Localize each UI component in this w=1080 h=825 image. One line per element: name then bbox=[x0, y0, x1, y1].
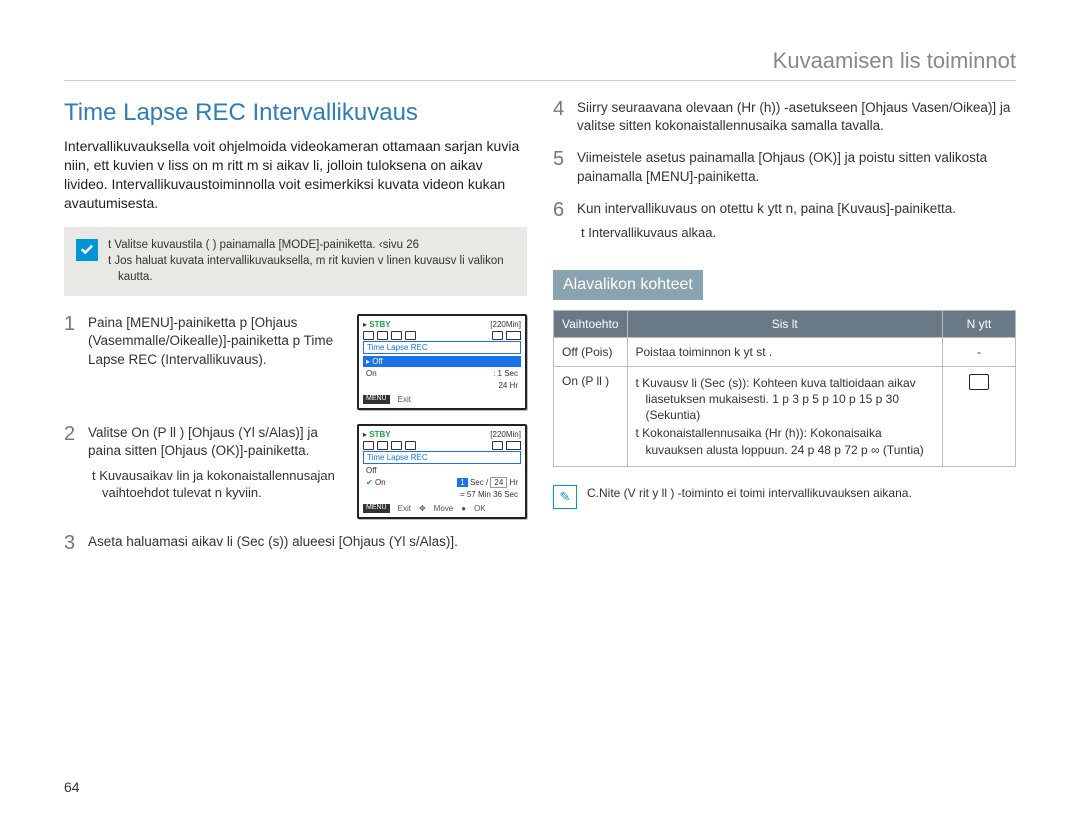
table-cell: Poistaa toiminnon k yt st . bbox=[627, 337, 943, 366]
camera-screen-graphic: ▸ STBY [220Min] Time Lapse REC ▸ Off On:… bbox=[357, 314, 527, 410]
table-header: Sis lt bbox=[627, 310, 943, 337]
note-line: t Valitse kuvaustila ( ) painamalla [MOD… bbox=[108, 238, 515, 254]
footer-note: ✎ C.Nite (V rit y ll ) -toiminto ei toim… bbox=[553, 485, 1016, 509]
step-sub-bullet: t Intervallikuvaus alkaa. bbox=[577, 224, 1016, 242]
sub-heading: Alavalikon kohteet bbox=[553, 270, 703, 300]
right-column: 4 Siirry seuraavana olevaan (Hr (h)) -as… bbox=[553, 99, 1016, 567]
options-table: Vaihtoehto Sis lt N ytt Off (Pois) Poist… bbox=[553, 310, 1016, 467]
table-header: N ytt bbox=[943, 310, 1016, 337]
table-row: On (P ll ) t Kuvausv li (Sec (s)): Kohte… bbox=[554, 366, 1016, 466]
cell-bullet: t Kuvausv li (Sec (s)): Kohteen kuva tal… bbox=[636, 375, 935, 424]
step-text: Paina [MENU]-painiketta p [Ohjaus (Vasem… bbox=[88, 314, 341, 369]
table-row: Off (Pois) Poistaa toiminnon k yt st . - bbox=[554, 337, 1016, 366]
step-number: 6 bbox=[553, 200, 567, 220]
step-text: Valitse On (P ll ) [Ohjaus (Yl s/Alas)] … bbox=[88, 424, 341, 502]
steps-list-right: 4 Siirry seuraavana olevaan (Hr (h)) -as… bbox=[553, 99, 1016, 242]
step-item: 4 Siirry seuraavana olevaan (Hr (h)) -as… bbox=[553, 99, 1016, 135]
step-text: Kun intervallikuvaus on otettu k ytt n, … bbox=[577, 200, 1016, 242]
page-title: Time Lapse REC Intervallikuvaus bbox=[64, 99, 527, 127]
camera-screen-graphic: ▸ STBY [220Min] Time Lapse REC Off ✔ On … bbox=[357, 424, 527, 519]
step-text: Viimeistele asetus painamalla [Ohjaus (O… bbox=[577, 149, 1016, 185]
steps-list-left: 1 Paina [MENU]-painiketta p [Ohjaus (Vas… bbox=[64, 314, 527, 553]
step-text: Siirry seuraavana olevaan (Hr (h)) -aset… bbox=[577, 99, 1016, 135]
step-number: 4 bbox=[553, 99, 567, 119]
step-number: 5 bbox=[553, 149, 567, 169]
table-cell: t Kuvausv li (Sec (s)): Kohteen kuva tal… bbox=[627, 366, 943, 466]
two-column-body: Time Lapse REC Intervallikuvaus Interval… bbox=[64, 99, 1016, 567]
info-icon: ✎ bbox=[553, 485, 577, 509]
footnote-text: C.Nite (V rit y ll ) -toiminto ei toimi … bbox=[587, 485, 912, 501]
step-number: 1 bbox=[64, 314, 78, 334]
note-line: t Jos haluat kuvata intervallikuvauksell… bbox=[108, 254, 515, 285]
table-cell: Off (Pois) bbox=[554, 337, 628, 366]
table-cell: On (P ll ) bbox=[554, 366, 628, 466]
step-number: 3 bbox=[64, 533, 78, 553]
section-header: Kuvaamisen lis toiminnot bbox=[64, 48, 1016, 81]
step-item: 6 Kun intervallikuvaus on otettu k ytt n… bbox=[553, 200, 1016, 242]
step-text: Aseta haluamasi aikav li (Sec (s)) aluee… bbox=[88, 533, 527, 551]
step-item: 2 Valitse On (P ll ) [Ohjaus (Yl s/Alas)… bbox=[64, 424, 527, 519]
display-icon bbox=[969, 374, 989, 390]
check-icon bbox=[76, 239, 98, 261]
note-body: t Valitse kuvaustila ( ) painamalla [MOD… bbox=[108, 237, 515, 287]
step-item: 1 Paina [MENU]-painiketta p [Ohjaus (Vas… bbox=[64, 314, 527, 410]
note-box: t Valitse kuvaustila ( ) painamalla [MOD… bbox=[64, 227, 527, 297]
left-column: Time Lapse REC Intervallikuvaus Interval… bbox=[64, 99, 527, 567]
step-item: 5 Viimeistele asetus painamalla [Ohjaus … bbox=[553, 149, 1016, 185]
step-number: 2 bbox=[64, 424, 78, 444]
page-number: 64 bbox=[64, 779, 80, 795]
table-cell: - bbox=[943, 337, 1016, 366]
intro-paragraph: Intervallikuvauksella voit ohjelmoida vi… bbox=[64, 137, 527, 213]
manual-page: Kuvaamisen lis toiminnot Time Lapse REC … bbox=[0, 0, 1080, 825]
step-item: 3 Aseta haluamasi aikav li (Sec (s)) alu… bbox=[64, 533, 527, 553]
table-header: Vaihtoehto bbox=[554, 310, 628, 337]
table-cell bbox=[943, 366, 1016, 466]
cell-bullet: t Kokonaistallennusaika (Hr (h)): Kokona… bbox=[636, 425, 935, 457]
step-sub-bullet: t Kuvausaikav lin ja kokonaistallennusaj… bbox=[88, 467, 341, 502]
